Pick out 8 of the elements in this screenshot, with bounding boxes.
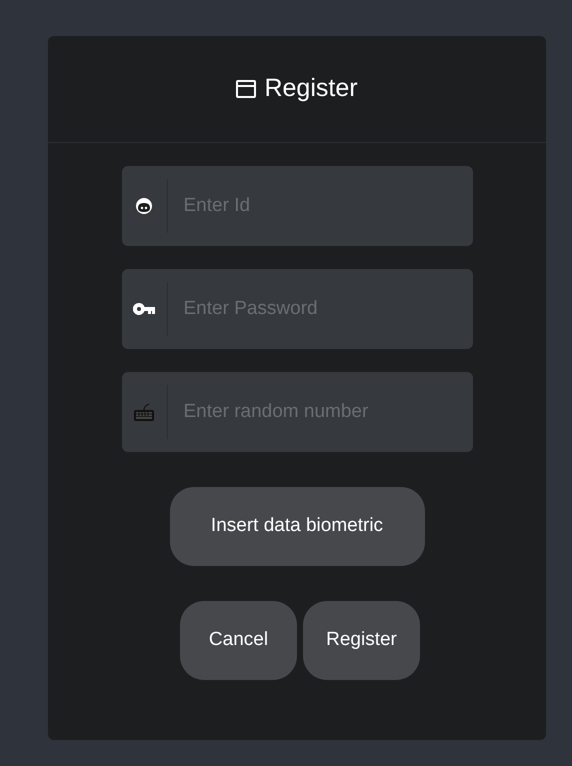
- face-icon: [135, 197, 153, 215]
- biometric-button[interactable]: Insert data biometric: [170, 487, 424, 566]
- keyboard-icon: [133, 402, 155, 422]
- card-title: Register: [264, 73, 358, 104]
- cancel-button[interactable]: Cancel: [180, 601, 297, 680]
- register-button[interactable]: Register: [303, 601, 420, 680]
- card-icon: [236, 80, 256, 98]
- key-icon: [133, 303, 155, 315]
